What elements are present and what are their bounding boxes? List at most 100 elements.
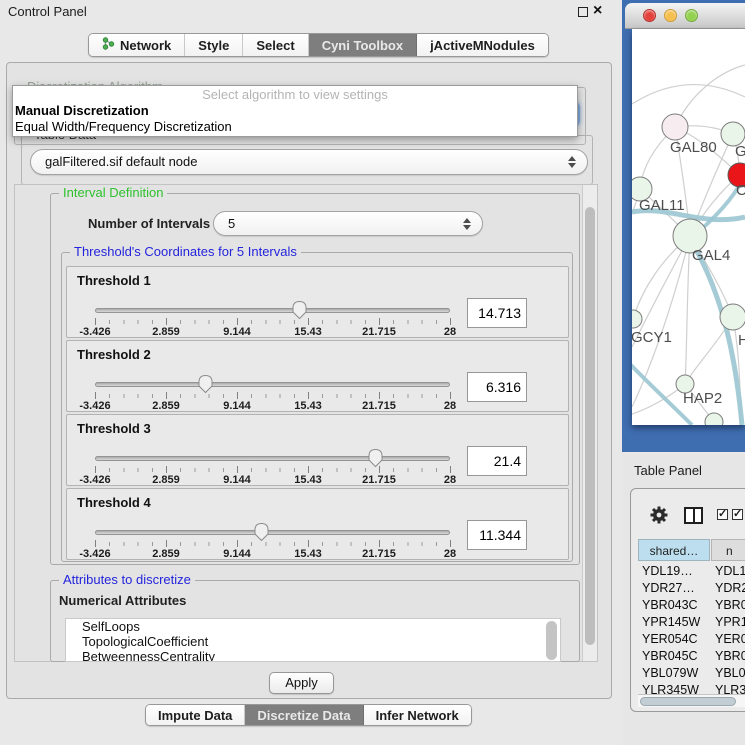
threshold-3-label: Threshold 3 [77, 421, 151, 436]
table-row[interactable]: YBR043CYBR0 [638, 597, 745, 614]
attributes-group-title: Attributes to discretize [59, 572, 195, 587]
network-canvas[interactable]: GAL80 G C GAL11 GAL4 GCY1 H HAP2 [632, 29, 745, 425]
label-gal11: GAL11 [639, 197, 685, 214]
minimize-window-icon[interactable] [664, 9, 677, 22]
list-item[interactable]: SelfLoops [66, 619, 560, 634]
label-gal4: GAL4 [692, 247, 730, 264]
threshold-2-box: Threshold 2 -3.426 2.859 9.144 15.43 21.… [66, 340, 569, 412]
label-below-red: C [736, 182, 745, 199]
table-row[interactable]: YDL19…YDL1 [638, 563, 745, 580]
close-window-icon[interactable] [643, 9, 656, 22]
network-window[interactable]: GAL80 G C GAL11 GAL4 GCY1 H HAP2 [622, 0, 745, 452]
threshold-4-value-field[interactable]: 11.344 [467, 520, 527, 550]
slider-major-ticks [95, 392, 451, 399]
table-row[interactable]: YER054CYER0 [638, 631, 745, 648]
control-panel-title: Control Panel [8, 4, 87, 19]
node-right-mid[interactable] [720, 304, 745, 330]
scrollbar-thumb[interactable] [640, 697, 736, 706]
number-of-intervals-label: Number of Intervals [88, 216, 210, 231]
table-row[interactable]: YBR045CYBR0 [638, 648, 745, 665]
zoom-window-icon[interactable] [685, 9, 698, 22]
list-item[interactable]: BetweennessCentrality [66, 649, 560, 662]
threshold-1-value-field[interactable]: 14.713 [467, 298, 527, 328]
node-gal80[interactable] [662, 114, 688, 140]
threshold-1-slider-thumb[interactable] [291, 300, 308, 323]
table-panel-title: Table Panel [634, 463, 702, 478]
settings-scrollpane: Interval Definition Number of Intervals … [14, 184, 598, 662]
list-item[interactable]: TopologicalCoefficient [66, 634, 560, 649]
checkbox-icon[interactable]: ✓ [717, 509, 728, 520]
threshold-1-slider-track[interactable] [95, 308, 450, 313]
thresholds-group: Threshold's Coordinates for 5 Intervals … [61, 252, 573, 562]
dropdown-option-equal-width-frequency[interactable]: Equal Width/Frequency Discretization [13, 119, 577, 135]
network-icon [102, 37, 115, 53]
scrollbar-thumb[interactable] [585, 207, 595, 645]
tab-select[interactable]: Select [243, 34, 308, 56]
slider-major-ticks [95, 540, 451, 547]
interval-definition-title: Interval Definition [59, 185, 167, 200]
algorithm-dropdown-popup: Select algorithm to view settings Manual… [12, 85, 578, 137]
tab-discretize-data[interactable]: Discretize Data [245, 705, 363, 725]
label-hap2: HAP2 [683, 390, 722, 407]
threshold-2-slider-thumb[interactable] [197, 374, 214, 397]
list-scrollbar[interactable] [546, 621, 557, 660]
tab-impute-data[interactable]: Impute Data [146, 705, 245, 725]
threshold-2-slider-track[interactable] [95, 382, 450, 387]
node-bottom-partial[interactable] [705, 413, 723, 425]
threshold-1-box: Threshold 1 -3.426 2.859 9.144 15.43 21.… [66, 266, 569, 338]
column-header-shared-name[interactable]: shared… [638, 539, 710, 561]
float-panel-icon[interactable] [578, 7, 588, 17]
number-of-intervals-combobox[interactable]: 5 [213, 211, 483, 236]
threshold-3-value-field[interactable]: 21.4 [467, 446, 527, 476]
tab-network[interactable]: Network [89, 34, 185, 56]
table-row[interactable]: YBL079WYBL0 [638, 665, 745, 682]
settings-vertical-scrollbar[interactable] [582, 185, 597, 661]
dropdown-option-manual-discretization[interactable]: Manual Discretization [13, 103, 577, 119]
label-right-mid: H [738, 332, 745, 349]
interval-definition-group: Interval Definition Number of Intervals … [50, 193, 580, 565]
tab-cyni-toolbox[interactable]: Cyni Toolbox [309, 34, 417, 56]
table-data-combobox[interactable]: galFiltered.sif default node [30, 149, 588, 175]
numerical-attributes-list[interactable]: SelfLoops TopologicalCoefficient Between… [65, 618, 561, 662]
apply-button[interactable]: Apply [269, 672, 334, 694]
checkbox-icon[interactable]: ✓ [732, 509, 743, 520]
slider-major-ticks [95, 466, 451, 473]
label-gcy1: GCY1 [632, 329, 672, 346]
column-header-name[interactable]: n [711, 539, 745, 561]
tab-style[interactable]: Style [185, 34, 243, 56]
combo-stepper-icon [463, 218, 471, 230]
threshold-3-slider-track[interactable] [95, 456, 450, 461]
table-panel: Table Panel ✓ ✓ shared… n YDL19…YDL1 [622, 455, 745, 745]
combo-stepper-icon [568, 156, 576, 168]
threshold-3-slider-thumb[interactable] [367, 448, 384, 471]
table-panel-body: ✓ ✓ shared… n YDL19…YDL1 YDR27…YDR2 YBR0… [630, 488, 745, 712]
numerical-attributes-label: Numerical Attributes [59, 593, 186, 608]
threshold-2-value-field[interactable]: 6.316 [467, 372, 527, 402]
node-gcy1[interactable] [632, 310, 642, 328]
cyni-mode-tab-bar: Impute Data Discretize Data Infer Networ… [145, 704, 472, 726]
dropdown-placeholder: Select algorithm to view settings [13, 86, 577, 103]
gear-icon[interactable] [649, 505, 669, 528]
tab-jactivemnodules[interactable]: jActiveMNodules [417, 34, 548, 56]
threshold-4-label: Threshold 4 [77, 495, 151, 510]
threshold-2-label: Threshold 2 [77, 347, 151, 362]
table-horizontal-scrollbar[interactable] [638, 694, 745, 707]
table-row[interactable]: YPR145WYPR1 [638, 614, 745, 631]
slider-major-ticks [95, 318, 451, 325]
network-window-titlebar[interactable] [625, 3, 745, 29]
threshold-4-slider-thumb[interactable] [253, 522, 270, 545]
tab-infer-network[interactable]: Infer Network [364, 705, 471, 725]
threshold-3-box: Threshold 3 -3.426 2.859 9.144 15.43 21.… [66, 414, 569, 486]
thresholds-group-title: Threshold's Coordinates for 5 Intervals [70, 244, 301, 259]
threshold-1-label: Threshold 1 [77, 273, 151, 288]
cyni-toolbox-panel: Discretization Algorithm Table Data galF… [6, 62, 612, 699]
table-data-combobox-value: galFiltered.sif default node [45, 154, 197, 169]
number-of-intervals-value: 5 [228, 216, 235, 231]
table-row[interactable]: YDR27…YDR2 [638, 580, 745, 597]
close-panel-icon[interactable]: × [593, 0, 602, 22]
threshold-4-slider-track[interactable] [95, 530, 450, 535]
split-columns-icon[interactable] [684, 507, 703, 524]
app-root: Control Panel × Network Style Select Cyn… [0, 0, 745, 745]
table-data-group: Table Data galFiltered.sif default node [21, 135, 593, 185]
label-gal80: GAL80 [670, 139, 717, 156]
